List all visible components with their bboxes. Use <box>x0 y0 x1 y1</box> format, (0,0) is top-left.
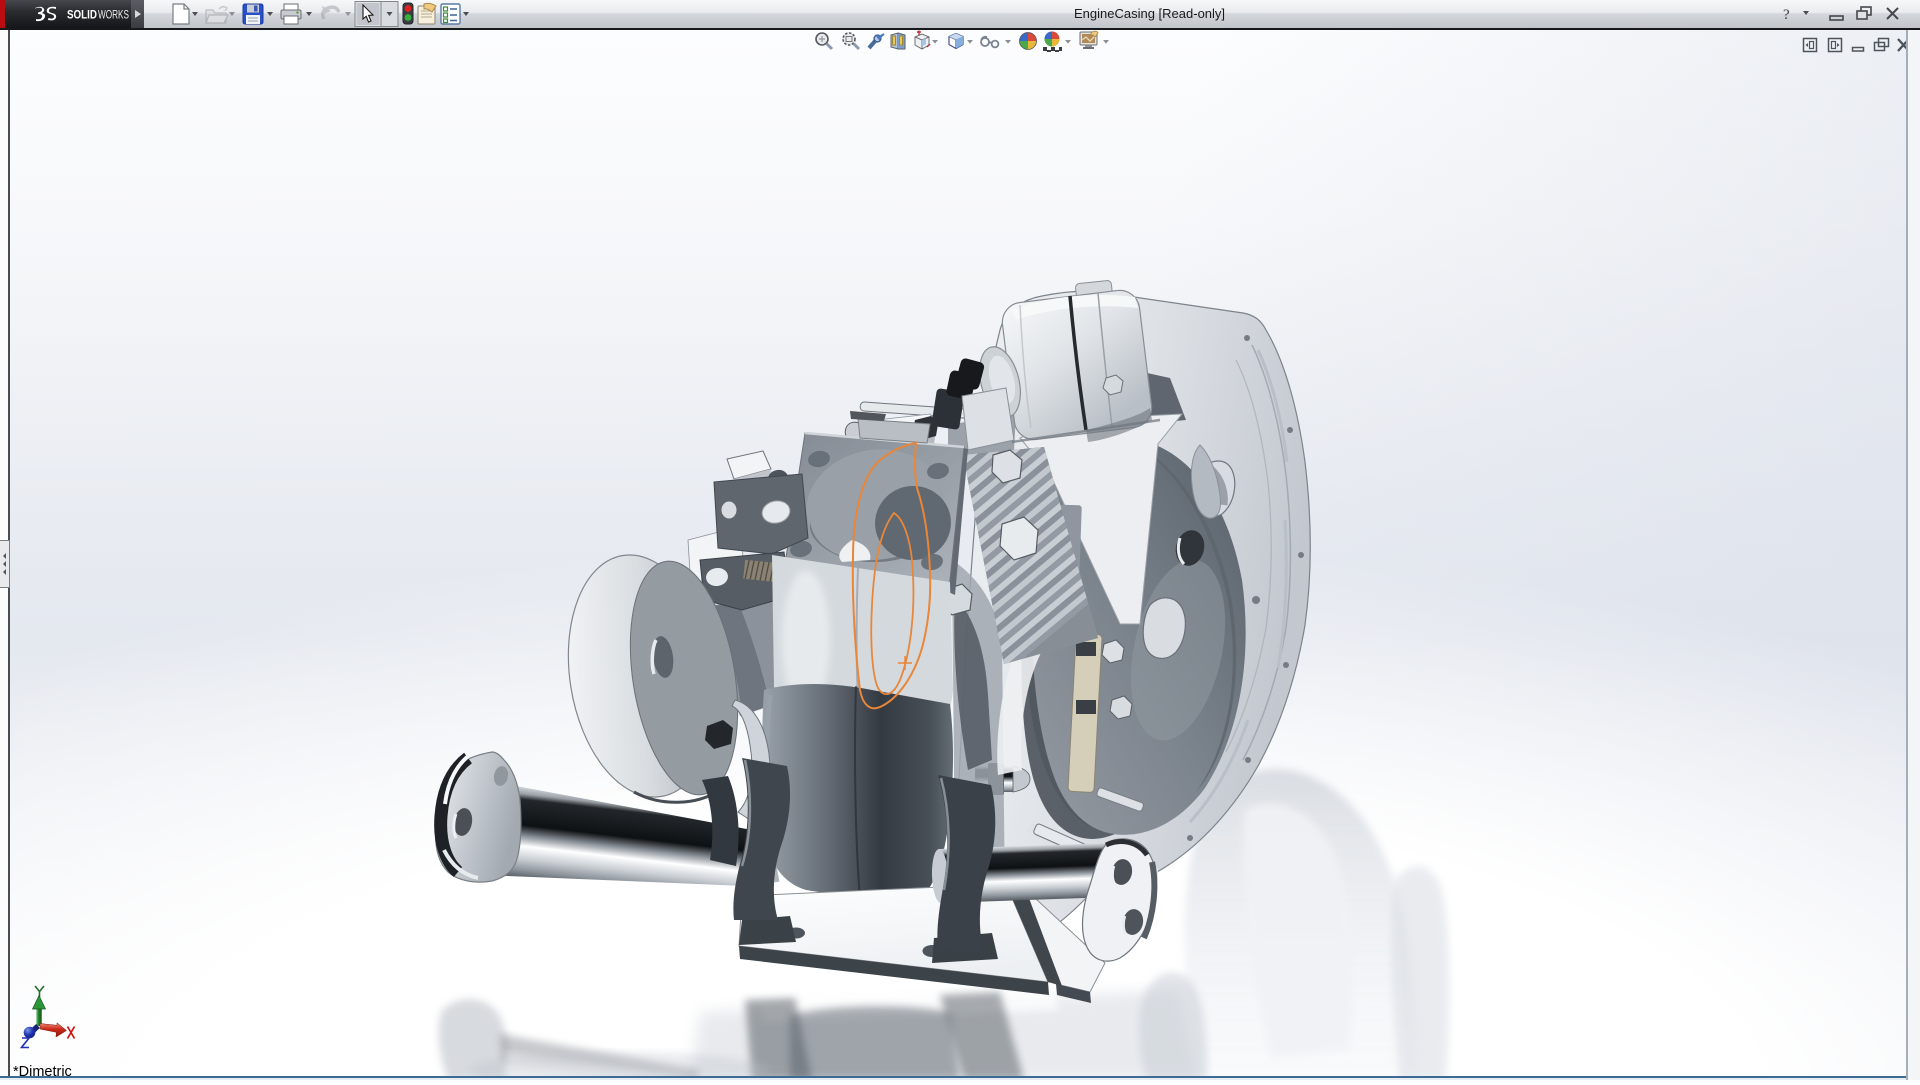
svg-text:?: ? <box>1783 7 1790 23</box>
